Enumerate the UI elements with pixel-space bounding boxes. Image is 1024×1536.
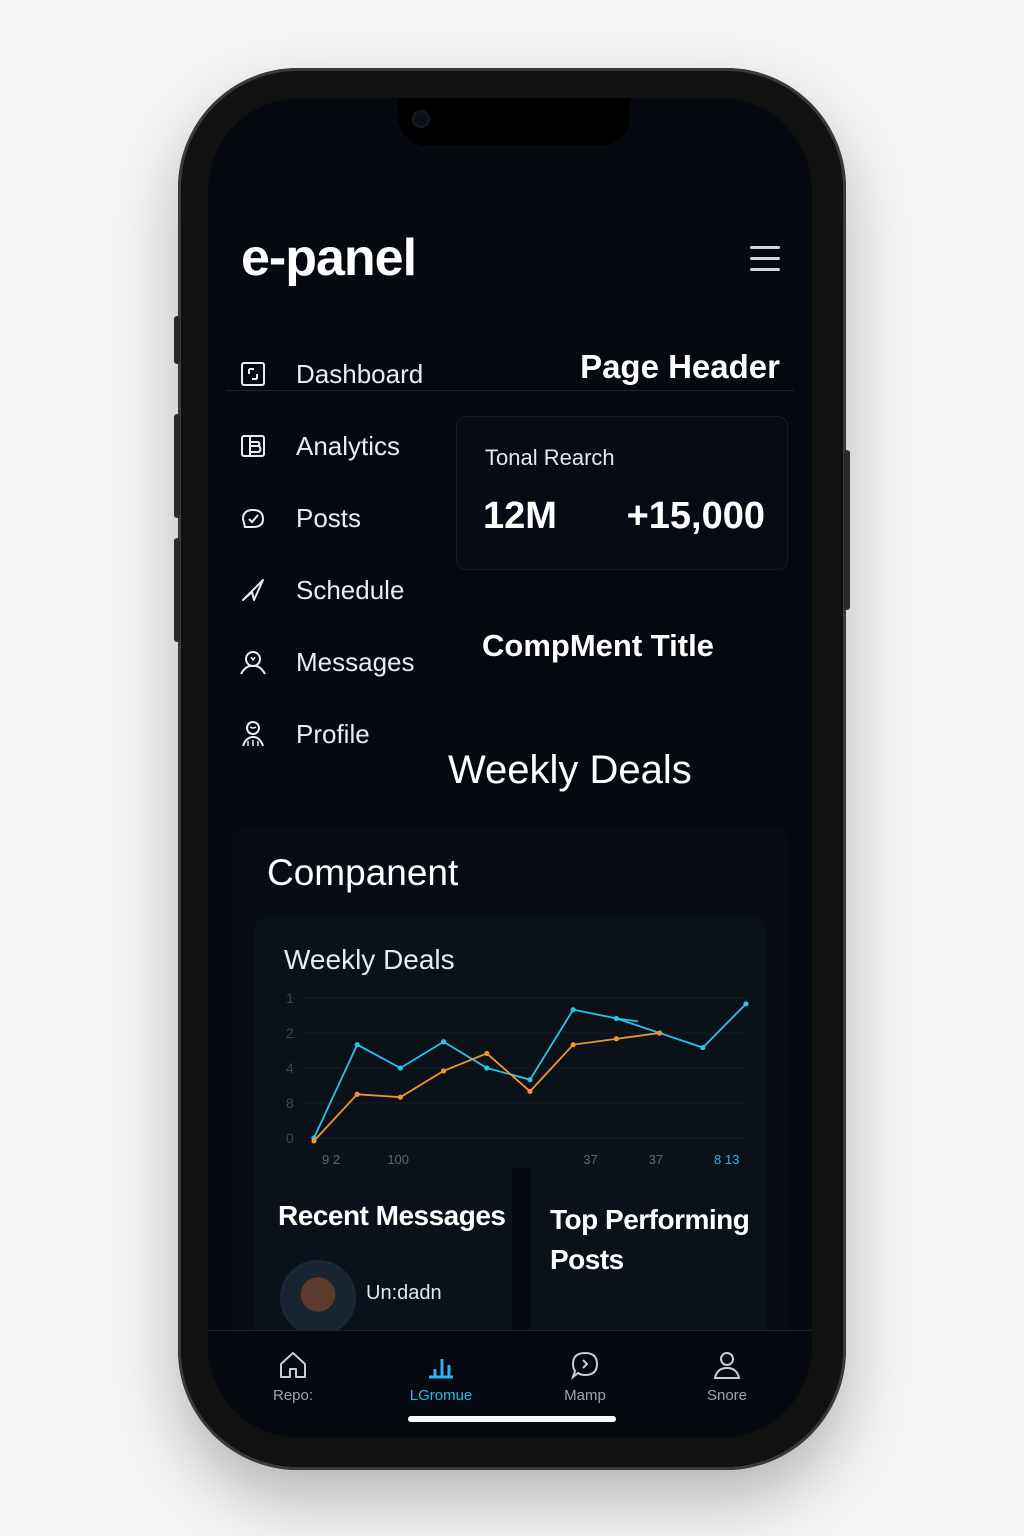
home-icon [238,1331,348,1381]
component-panel-title: Companent [267,852,459,893]
camera-icon [412,110,430,128]
home-indicator [408,1416,616,1422]
bar-chart-icon [386,1331,496,1381]
y-tick-label: 0 [286,1130,294,1146]
sidebar-item-posts[interactable]: Posts [238,498,361,538]
sidebar-item-label: Dashboard [296,358,424,389]
avatar[interactable] [280,1260,356,1336]
sidebar-item-analytics[interactable]: Analytics [238,426,400,466]
reach-label: Tonal Rearch [485,445,615,470]
sidebar-item-label: Analytics [296,430,401,461]
data-point [354,1042,360,1048]
tab-label: Mamp [564,1387,606,1404]
data-point [527,1077,533,1083]
total-reach-card[interactable]: Tonal Rearch 12M +15,000 [456,416,788,570]
tab-messages[interactable]: Mamp [530,1331,640,1411]
app-brand: e-panel [241,229,417,287]
top-posts-title: Top Performing Posts [550,1204,750,1275]
page-header: Page Header [580,348,780,385]
dashboard-icon [238,359,268,389]
tab-label: LGromue [409,1387,473,1404]
data-point [527,1088,533,1094]
tab-profile[interactable]: Snore [672,1331,782,1411]
sidebar-item-label: Profile [296,718,370,749]
x-tick-label: 37 [649,1152,663,1167]
tab-analytics[interactable]: LGromue [386,1331,496,1411]
app-screen: e-panel Dashboard Analytics Posts Schedu… [208,98,812,1438]
sidebar-item-label: Schedule [296,574,405,605]
data-point [311,1138,317,1144]
data-point [657,1030,663,1036]
chat-icon [530,1331,640,1381]
analytics-icon [238,431,268,461]
x-tick-label: 9 2 [322,1152,340,1167]
sidebar-item-schedule[interactable]: Schedule [238,570,404,610]
tab-label: Snore [706,1387,748,1404]
data-point [354,1091,360,1097]
weekly-deals-chart-card: 1 2 4 8 0 9 2 100 37 37 8 13 Weekly Deals Recent … [254,918,766,1408]
y-tick-label: 2 [286,1025,294,1041]
y-tick-label: 1 [286,990,294,1006]
data-point [570,1042,576,1048]
sidebar-item-messages[interactable]: Messages [238,642,415,682]
user-icon [672,1331,782,1381]
data-point [484,1065,490,1071]
sidebar-item-label: Posts [296,502,362,533]
data-point [613,1036,619,1042]
data-point [441,1039,447,1045]
tab-home[interactable]: Repo: [238,1331,348,1411]
volume-down-button [174,538,180,642]
send-icon [238,575,268,605]
data-point [700,1044,706,1051]
chart-title: Weekly Deals [284,944,455,975]
series-line-0 [313,1003,747,1139]
messages-icon [238,647,268,677]
reach-change-value: +15,000 [626,495,765,537]
power-button [844,450,850,610]
component-panel: Companent 1 2 4 8 0 9 2 100 37 37 8 13 Weekly Dea… [232,826,788,1408]
tab-label: Repo: [272,1387,314,1404]
sidebar-item-profile[interactable]: Profile [238,714,370,754]
y-tick-label: 8 [286,1095,294,1111]
data-point [397,1094,403,1100]
component-title: CompMent Title [482,628,714,663]
data-point [743,1001,749,1007]
posts-icon [238,503,268,533]
hamburger-menu-icon[interactable] [750,246,780,272]
reach-total-value: 12M [483,495,557,537]
sidebar-item-label: Messages [296,646,415,677]
profile-icon [238,719,268,749]
x-tick-label: 100 [387,1152,409,1167]
notch [398,98,630,146]
volume-up-button [174,414,180,518]
weekly-deals-heading: Weekly Deals [448,748,692,792]
y-tick-label: 4 [286,1060,294,1076]
x-tick-label: 37 [583,1152,597,1167]
data-point [441,1068,447,1074]
mute-switch [174,316,180,364]
data-point [570,1007,576,1013]
recent-messages-title: Recent Messages [278,1200,506,1231]
x-tick-label: 8 13 [714,1152,739,1167]
phone-frame: e-panel Dashboard Analytics Posts Schedu… [174,68,850,1470]
data-point [484,1050,490,1057]
message-author: Un:dadn [366,1282,442,1304]
sidebar-item-dashboard[interactable]: Dashboard [238,354,423,394]
data-point [397,1065,403,1071]
